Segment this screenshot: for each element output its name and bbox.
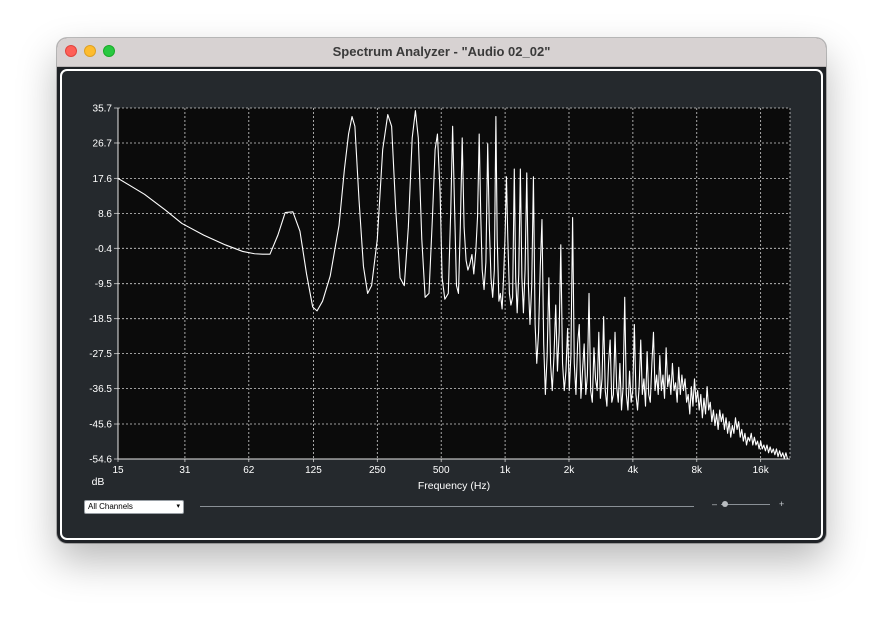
y-tick-label: -27.5 — [89, 349, 112, 360]
x-tick-label: 250 — [369, 465, 386, 476]
y-tick-label: 8.6 — [98, 209, 112, 220]
y-tick-label: 26.7 — [93, 138, 113, 149]
chevron-down-icon: ▾ — [176, 503, 180, 510]
y-axis-label: dB — [92, 476, 105, 488]
y-tick-label: -9.5 — [95, 279, 113, 290]
zoom-slider-knob[interactable] — [722, 501, 728, 507]
zoom-in-icon[interactable]: + — [779, 498, 784, 510]
zoom-slider[interactable] — [721, 504, 770, 505]
analyzer-panel: 15 31 62 125 250 500 1k 2k 4k 8k 16k 35.7 26.7 17.6 8.… — [60, 69, 823, 540]
x-tick-label: 16k — [753, 465, 770, 476]
zoom-out-icon[interactable]: – — [712, 498, 717, 510]
spectrum-analyzer-window: Spectrum Analyzer - "Audio 02_02" 15 31 62… — [57, 38, 826, 543]
horizontal-scrollbar[interactable] — [200, 506, 694, 507]
title-bar[interactable]: Spectrum Analyzer - "Audio 02_02" — [57, 38, 826, 67]
x-tick-label: 125 — [305, 465, 322, 476]
x-tick-label: 2k — [564, 465, 576, 476]
spectrum-chart: 15 31 62 125 250 500 1k 2k 4k 8k 16k 35.7 26.7 17.6 8.… — [89, 104, 791, 492]
channel-select-value: All Channels — [88, 502, 133, 511]
y-tick-label: -0.4 — [95, 244, 113, 255]
y-tick-label: -36.5 — [89, 384, 112, 395]
x-tick-label: 8k — [691, 465, 703, 476]
x-tick-label: 62 — [243, 465, 255, 476]
y-tick-label: 35.7 — [93, 104, 113, 115]
x-tick-label: 31 — [179, 465, 191, 476]
x-axis-label: Frequency (Hz) — [418, 480, 490, 492]
y-tick-label: 17.6 — [93, 174, 113, 185]
channel-select[interactable]: All Channels ▾ — [84, 500, 184, 514]
y-tick-label: -18.5 — [89, 314, 112, 325]
x-tick-label: 15 — [112, 465, 124, 476]
x-tick-label: 1k — [500, 465, 512, 476]
y-tick-label: -54.6 — [89, 455, 112, 466]
x-tick-label: 500 — [433, 465, 450, 476]
window-title: Spectrum Analyzer - "Audio 02_02" — [332, 44, 551, 59]
x-tick-label: 4k — [628, 465, 640, 476]
y-tick-label: -45.6 — [89, 420, 112, 431]
